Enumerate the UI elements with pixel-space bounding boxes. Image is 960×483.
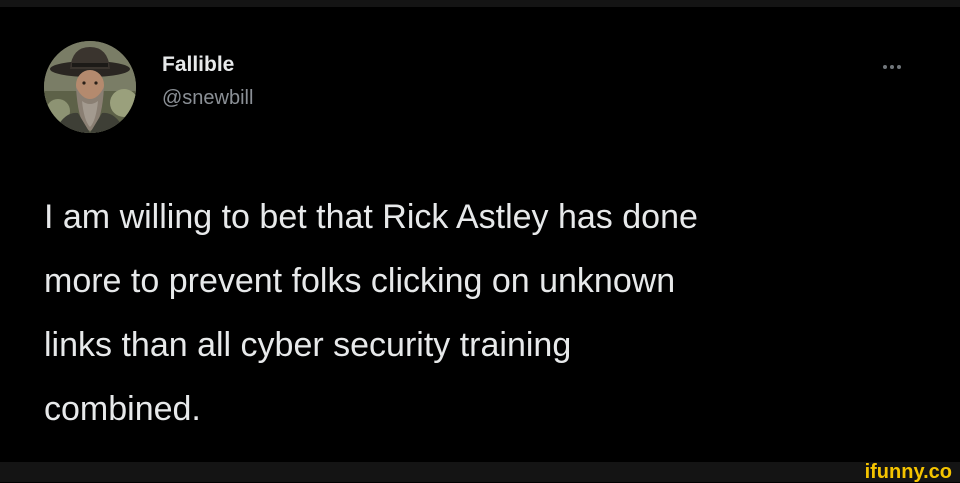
tweet-card: Fallible @snewbill I am willing to bet t… — [0, 7, 960, 462]
author-display-name[interactable]: Fallible — [162, 53, 234, 77]
ellipsis-dot — [883, 65, 887, 69]
top-border — [0, 0, 960, 7]
avatar-image — [44, 41, 136, 133]
tweet-text: I am willing to bet that Rick Astley has… — [44, 198, 698, 428]
watermark-bar: ifunny.co — [0, 462, 960, 482]
ifunny-watermark: ifunny.co — [864, 461, 952, 483]
author-handle[interactable]: @snewbill — [162, 87, 253, 110]
ellipsis-dot — [890, 65, 894, 69]
ellipsis-dot — [897, 65, 901, 69]
ellipsis-icon[interactable] — [872, 57, 912, 77]
avatar[interactable] — [44, 41, 136, 133]
